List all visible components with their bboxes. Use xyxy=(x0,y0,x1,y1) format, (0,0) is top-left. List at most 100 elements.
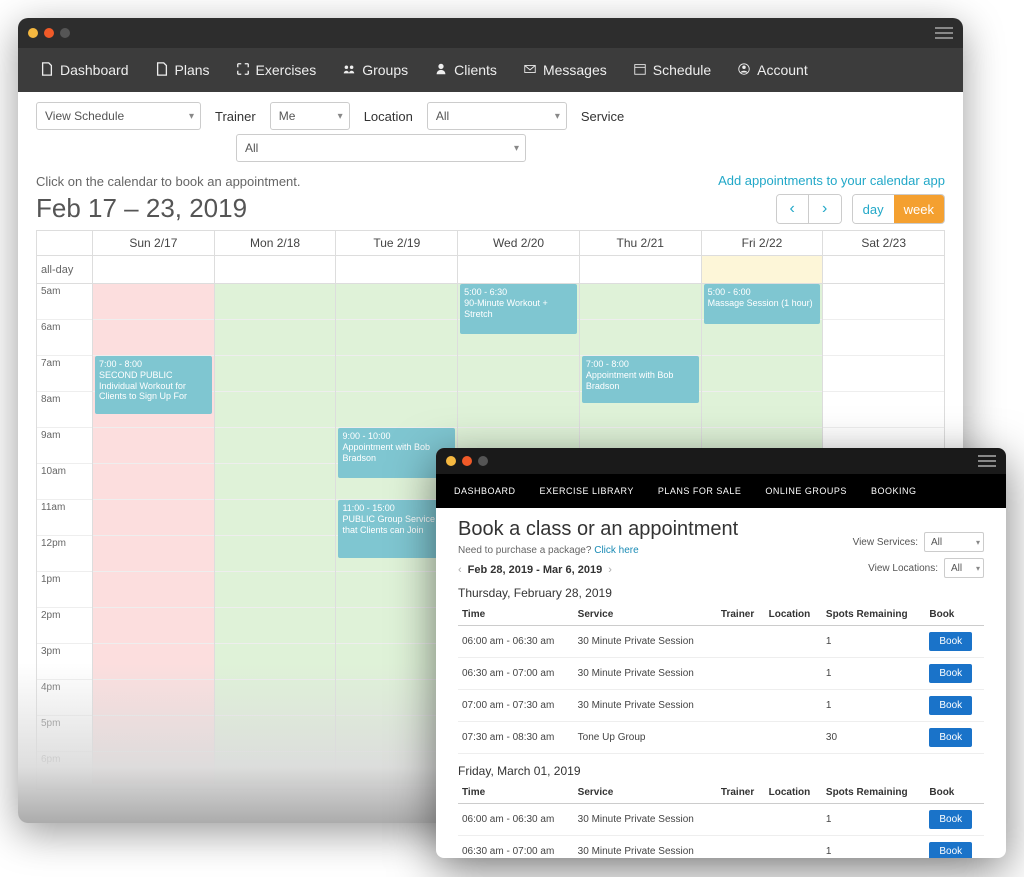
time-label: 8am xyxy=(37,392,92,428)
cell-spots: 1 xyxy=(822,690,925,722)
client-nav-plans-for-sale[interactable]: PLANS FOR SALE xyxy=(658,486,742,496)
day-header: Sun 2/17 xyxy=(93,231,215,255)
book-button[interactable]: Book xyxy=(929,810,972,829)
window-controls[interactable] xyxy=(28,28,70,38)
window-title-bar-front xyxy=(436,448,1006,474)
client-nav: DASHBOARD EXERCISE LIBRARY PLANS FOR SALE O… xyxy=(436,474,1006,508)
location-select[interactable]: All xyxy=(427,102,567,130)
cell-service: 30 Minute Private Session xyxy=(574,804,717,836)
group-icon xyxy=(342,62,356,79)
client-nav-online-groups[interactable]: ONLINE GROUPS xyxy=(765,486,847,496)
cell-spots: 1 xyxy=(822,658,925,690)
week-nav-arrows: ‹ › xyxy=(776,194,842,224)
table-header: Service xyxy=(574,782,717,804)
nav-dashboard[interactable]: Dashboard xyxy=(40,62,129,79)
cell-trainer xyxy=(717,804,765,836)
table-header: Location xyxy=(765,782,822,804)
menu-icon-front[interactable] xyxy=(978,455,996,467)
cell-time: 06:00 am - 06:30 am xyxy=(458,804,574,836)
file-icon xyxy=(155,62,169,79)
book-button[interactable]: Book xyxy=(929,664,972,683)
cell-trainer xyxy=(717,836,765,859)
table-row: 06:30 am - 07:00 am 30 Minute Private Se… xyxy=(458,836,984,859)
file-icon xyxy=(40,62,54,79)
cell-trainer xyxy=(717,626,765,658)
view-locations-label: View Locations: xyxy=(868,563,938,574)
time-label: 5pm xyxy=(37,716,92,752)
allday-cell[interactable] xyxy=(702,256,824,283)
client-nav-exercise-library[interactable]: EXERCISE LIBRARY xyxy=(540,486,634,496)
add-to-calendar-link[interactable]: Add appointments to your calendar app xyxy=(718,173,945,188)
time-label: 7am xyxy=(37,356,92,392)
calendar-event[interactable]: 5:00 - 6:3090-Minute Workout + Stretch xyxy=(460,284,577,334)
purchase-package-link[interactable]: Click here xyxy=(594,545,638,556)
allday-cell[interactable] xyxy=(458,256,580,283)
booking-table: TimeServiceTrainerLocationSpots Remainin… xyxy=(458,604,984,754)
view-services-select[interactable]: All xyxy=(924,532,984,552)
day-header: Thu 2/21 xyxy=(580,231,702,255)
time-label: 2pm xyxy=(37,608,92,644)
day-header: Wed 2/20 xyxy=(458,231,580,255)
day-column[interactable] xyxy=(215,284,337,784)
calendar-event[interactable]: 5:00 - 6:00Massage Session (1 hour) xyxy=(704,284,821,324)
service-select[interactable]: All xyxy=(236,134,526,162)
cell-spots: 30 xyxy=(822,722,925,754)
nav-exercises[interactable]: Exercises xyxy=(236,62,317,79)
table-row: 06:00 am - 06:30 am 30 Minute Private Se… xyxy=(458,626,984,658)
book-button[interactable]: Book xyxy=(929,842,972,858)
user-icon xyxy=(434,62,448,79)
allday-cell[interactable] xyxy=(93,256,215,283)
table-header: Book xyxy=(925,782,984,804)
allday-label: all-day xyxy=(37,256,93,283)
day-view-button[interactable]: day xyxy=(853,195,894,223)
time-label: 5am xyxy=(37,284,92,320)
allday-cell[interactable] xyxy=(215,256,337,283)
client-nav-dashboard[interactable]: DASHBOARD xyxy=(454,486,516,496)
main-nav: Dashboard Plans Exercises Groups Clients Mess… xyxy=(18,48,963,92)
cell-time: 06:30 am - 07:00 am xyxy=(458,658,574,690)
table-header: Trainer xyxy=(717,782,765,804)
window-controls-front[interactable] xyxy=(446,456,488,466)
nav-plans[interactable]: Plans xyxy=(155,62,210,79)
nav-account[interactable]: Account xyxy=(737,62,808,79)
cell-service: Tone Up Group xyxy=(574,722,717,754)
calendar-event[interactable]: 7:00 - 8:00SECOND PUBLIC Individual Work… xyxy=(95,356,212,414)
view-schedule-select[interactable]: View Schedule xyxy=(36,102,201,130)
booking-content: Book a class or an appointment Need to p… xyxy=(436,508,1006,858)
nav-messages[interactable]: Messages xyxy=(523,62,607,79)
book-button[interactable]: Book xyxy=(929,696,972,715)
allday-cell[interactable] xyxy=(336,256,458,283)
allday-cell[interactable] xyxy=(580,256,702,283)
nav-groups[interactable]: Groups xyxy=(342,62,408,79)
nav-clients[interactable]: Clients xyxy=(434,62,497,79)
time-label: 6am xyxy=(37,320,92,356)
table-header: Time xyxy=(458,782,574,804)
day-column[interactable]: 7:00 - 8:00SECOND PUBLIC Individual Work… xyxy=(93,284,215,784)
nav-schedule[interactable]: Schedule xyxy=(633,62,711,79)
next-range-button[interactable]: › xyxy=(608,564,612,576)
table-header: Book xyxy=(925,604,984,626)
view-locations-select[interactable]: All xyxy=(944,558,984,578)
book-button[interactable]: Book xyxy=(929,728,972,747)
cell-trainer xyxy=(717,658,765,690)
book-button[interactable]: Book xyxy=(929,632,972,651)
week-view-button[interactable]: week xyxy=(894,195,944,223)
booking-window: DASHBOARD EXERCISE LIBRARY PLANS FOR SALE O… xyxy=(436,448,1006,858)
time-label: 4pm xyxy=(37,680,92,716)
next-week-button[interactable]: › xyxy=(809,195,841,223)
menu-icon[interactable] xyxy=(935,27,953,39)
calendar-event[interactable]: 7:00 - 8:00Appointment with Bob Bradson xyxy=(582,356,699,403)
trainer-select[interactable]: Me xyxy=(270,102,350,130)
schedule-filters: View Schedule Trainer Me Location All Se… xyxy=(36,102,945,130)
prev-week-button[interactable]: ‹ xyxy=(777,195,809,223)
client-nav-booking[interactable]: BOOKING xyxy=(871,486,917,496)
booking-day-heading: Friday, March 01, 2019 xyxy=(458,764,984,778)
prev-range-button[interactable]: ‹ xyxy=(458,564,462,576)
time-label: 12pm xyxy=(37,536,92,572)
cell-location xyxy=(765,626,822,658)
booking-table: TimeServiceTrainerLocationSpots Remainin… xyxy=(458,782,984,858)
view-services-label: View Services: xyxy=(853,537,918,548)
day-week-toggle: day week xyxy=(852,194,945,224)
allday-cell[interactable] xyxy=(823,256,944,283)
cell-service: 30 Minute Private Session xyxy=(574,626,717,658)
